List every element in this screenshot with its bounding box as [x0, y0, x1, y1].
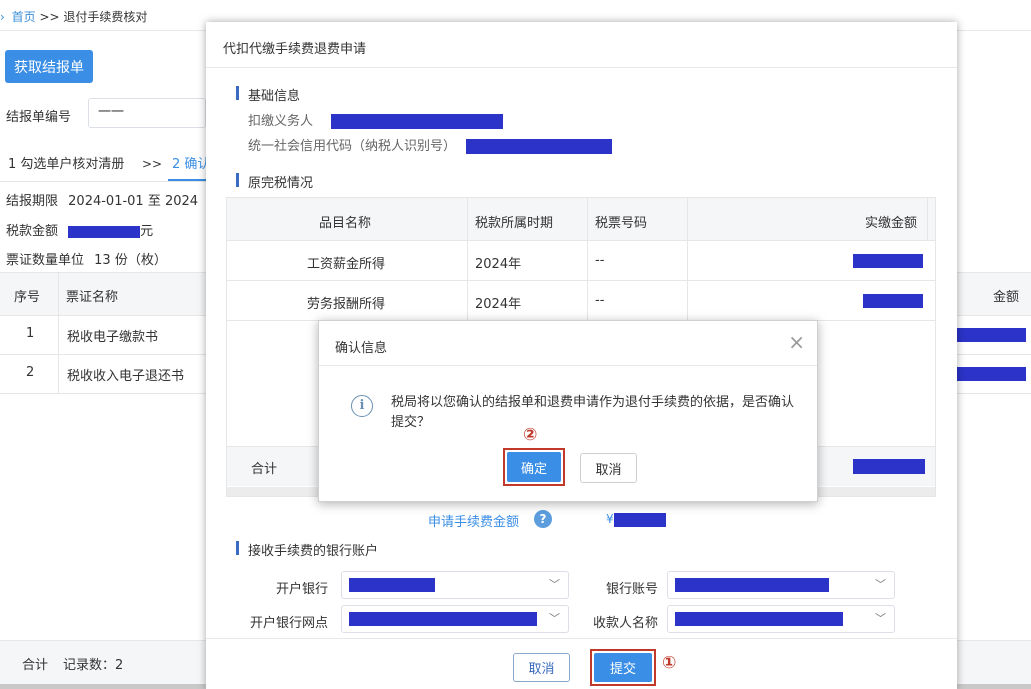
- branch-select-redacted: [349, 612, 537, 626]
- bank-label: 开户银行: [275, 582, 328, 597]
- ok-highlight: 确定: [503, 448, 565, 486]
- payee-select-redacted: [675, 612, 843, 626]
- chevron-down-icon: ﹀: [875, 578, 886, 591]
- row-item: 劳务报酬所得: [307, 297, 386, 312]
- fee-amount-value: ¥: [606, 512, 666, 527]
- breadcrumb-separator: >>: [39, 10, 60, 24]
- period-line: 结报期限 2024-01-01 至 2024: [6, 190, 198, 209]
- row-amount-redacted: [954, 367, 1026, 381]
- table-row[interactable]: 工资薪金所得 2024年 --: [227, 241, 935, 281]
- branch-label: 开户银行网点: [249, 616, 328, 631]
- withholding-agent-label: 扣缴义务人: [248, 114, 314, 129]
- row-paid-redacted: [863, 294, 923, 308]
- period-value: 2024-01-01 至 2024: [68, 194, 199, 209]
- row-item: 工资薪金所得: [307, 257, 386, 272]
- get-report-button[interactable]: 获取结报单: [5, 50, 93, 83]
- tax-status-section-title: 原完税情况: [236, 172, 313, 191]
- row-paid-redacted: [853, 254, 923, 268]
- fee-amount-label: 申请手续费金额: [428, 515, 520, 530]
- tax-amount-line: 税款金额 元: [6, 220, 153, 239]
- payee-label: 收款人名称: [592, 616, 658, 631]
- step-marker-2: ②: [523, 425, 538, 445]
- ok-button[interactable]: 确定: [507, 452, 561, 482]
- bank-section-title: 接收手续费的银行账户: [236, 540, 378, 559]
- close-icon[interactable]: ×: [788, 332, 805, 352]
- count-label: 票证数量单位: [6, 253, 85, 268]
- confirm-message: 税局将以您确认的结报单和退费申请作为退付手续费的依据，是否确认提交？: [391, 395, 795, 430]
- report-no-input[interactable]: 一一: [88, 98, 206, 128]
- bank-account-select[interactable]: ﹀: [667, 571, 895, 599]
- yen-symbol: ¥: [606, 512, 614, 526]
- bank-select[interactable]: ﹀: [341, 571, 569, 599]
- submit-highlight: 提交: [590, 649, 656, 686]
- row-index: 1: [26, 326, 35, 341]
- modal-header: 代扣代缴手续费退费申请: [206, 22, 957, 68]
- header-paid: 实缴金额: [865, 216, 918, 231]
- report-no-label: 结报单编号: [6, 110, 72, 125]
- confirm-header: 确认信息 ×: [319, 321, 817, 366]
- row-amount-redacted: [954, 328, 1026, 342]
- bank-select-redacted: [349, 578, 435, 592]
- step-separator: >>: [142, 157, 163, 171]
- tax-amount-label: 税款金额: [6, 224, 59, 239]
- credit-code-row: 统一社会信用代码（纳税人识别号）: [248, 135, 613, 154]
- withholding-agent-row: 扣缴义务人: [248, 110, 504, 129]
- step-tab-1[interactable]: 1 勾选单户核对清册: [8, 153, 124, 172]
- step-tab-2[interactable]: 2 确认: [168, 146, 206, 181]
- bank-account-label: 银行账号: [605, 582, 658, 597]
- help-icon[interactable]: ?: [534, 510, 552, 528]
- fee-amount-redacted: [613, 512, 666, 527]
- confirm-cancel-button[interactable]: 取消: [580, 453, 637, 483]
- cancel-button[interactable]: 取消: [513, 653, 570, 682]
- row-ticket: --: [595, 293, 605, 308]
- row-name: 税收收入电子退还书: [67, 369, 185, 384]
- total-label: 合计: [251, 462, 278, 477]
- row-name: 税收电子缴款书: [67, 330, 159, 345]
- breadcrumb: › 首页 >> 退付手续费核对: [0, 8, 147, 25]
- step-marker-1: ①: [662, 653, 677, 673]
- tax-table-header: 品目名称 税款所属时期 税票号码 实缴金额: [227, 198, 935, 241]
- header-amount: 金额: [993, 290, 1020, 305]
- step-tabs: 1 勾选单户核对清册 >> 2 确认: [0, 146, 206, 182]
- modal-title: 代扣代缴手续费退费申请: [223, 42, 367, 57]
- footer-total-label: 合计: [22, 658, 49, 673]
- info-icon: i: [351, 395, 373, 417]
- payee-select[interactable]: ﹀: [667, 605, 895, 633]
- header-name: 票证名称: [66, 290, 119, 305]
- period-label: 结报期限: [6, 194, 59, 209]
- tax-amount-unit: 元: [140, 224, 154, 239]
- header-item: 品目名称: [319, 216, 372, 231]
- total-paid-redacted: [853, 459, 925, 474]
- bank-account-redacted: [675, 578, 829, 592]
- header-index: 序号: [14, 290, 41, 305]
- count-value: 13 份（枚）: [94, 253, 167, 268]
- withholding-agent-redacted: [331, 114, 504, 129]
- basic-info-section-title: 基础信息: [236, 85, 300, 104]
- row-period: 2024年: [475, 297, 522, 312]
- breadcrumb-current: 退付手续费核对: [63, 10, 148, 24]
- credit-code-label: 统一社会信用代码（纳税人识别号）: [248, 139, 457, 154]
- column-divider: [927, 198, 928, 241]
- submit-button[interactable]: 提交: [594, 653, 652, 682]
- credit-code-redacted: [466, 139, 613, 154]
- count-line: 票证数量单位 13 份（枚）: [6, 249, 167, 268]
- footer-record-count: 记录数：2: [63, 658, 124, 673]
- breadcrumb-home-link[interactable]: 首页: [12, 10, 36, 24]
- breadcrumb-arrow-icon: ›: [0, 10, 5, 24]
- branch-select[interactable]: ﹀: [341, 605, 569, 633]
- header-ticket: 税票号码: [595, 216, 648, 231]
- confirm-dialog: 确认信息 × i 税局将以您确认的结报单和退费申请作为退付手续费的依据，是否确认…: [318, 320, 818, 502]
- row-ticket: --: [595, 253, 605, 268]
- row-index: 2: [26, 365, 35, 380]
- confirm-title: 确认信息: [335, 341, 388, 356]
- chevron-down-icon: ﹀: [549, 612, 560, 625]
- chevron-down-icon: ﹀: [549, 578, 560, 591]
- header-period: 税款所属时期: [475, 216, 554, 231]
- chevron-down-icon: ﹀: [875, 612, 886, 625]
- modal-footer: 取消 提交 ①: [206, 638, 957, 689]
- row-period: 2024年: [475, 257, 522, 272]
- table-row[interactable]: 劳务报酬所得 2024年 --: [227, 281, 935, 321]
- tax-amount-redacted: [68, 225, 141, 238]
